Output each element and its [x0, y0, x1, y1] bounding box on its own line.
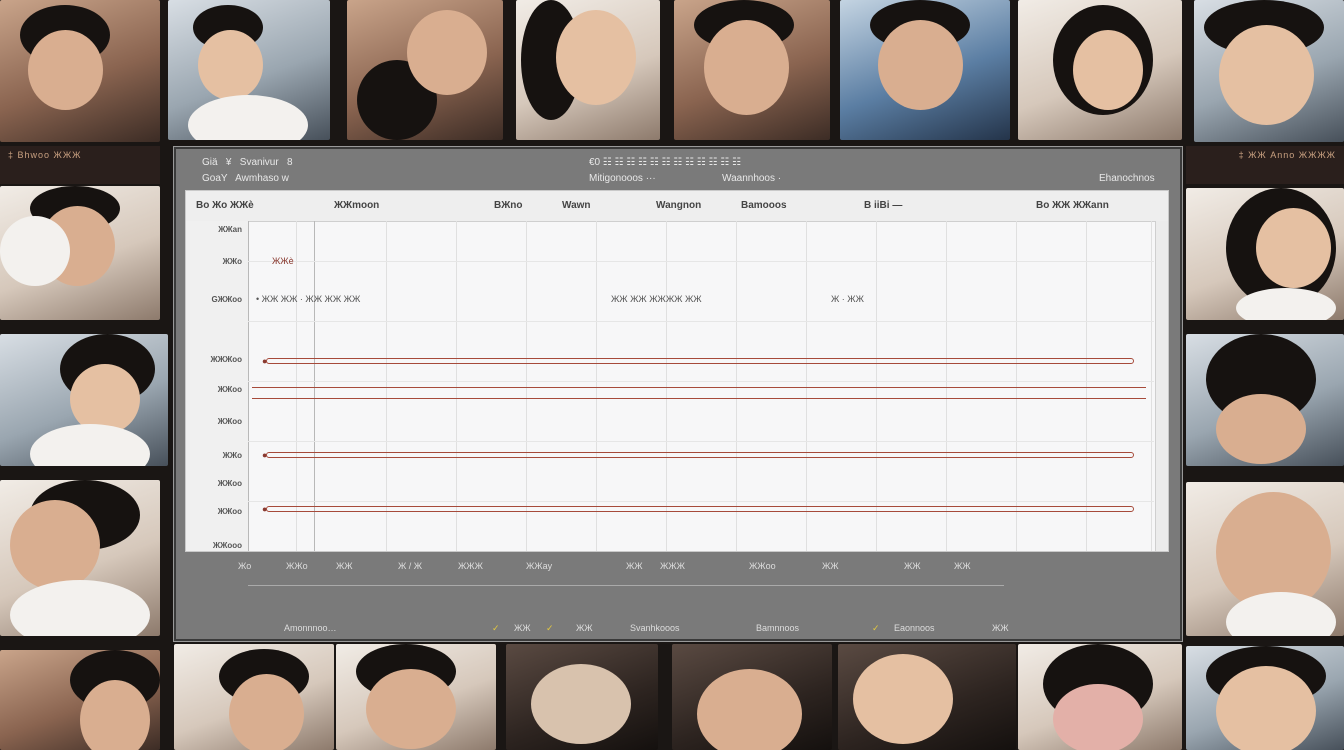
- column-header[interactable]: B iiBi —: [864, 200, 902, 211]
- row-header[interactable]: ЖЖoo: [218, 507, 242, 516]
- header-center-right[interactable]: Waannhoos ·: [722, 173, 781, 184]
- photo-tile: [1194, 0, 1344, 142]
- footer-item[interactable]: ЖЖ: [336, 561, 353, 571]
- grid-line: [248, 501, 1154, 502]
- photo-tile: [1186, 646, 1344, 750]
- photo-tile: [838, 644, 1016, 750]
- grid-line: [248, 381, 1154, 382]
- row-header[interactable]: ЖЖoo: [218, 385, 242, 394]
- row-header[interactable]: ЖЖo: [223, 257, 242, 266]
- photo-tile: [0, 480, 160, 636]
- grid-line: [248, 321, 1154, 322]
- status-item[interactable]: Eaonnoos: [894, 623, 935, 633]
- check-icon: ✓: [546, 623, 554, 633]
- app-window: Giä ¥ Svanivur 8 GoaY Awmhaso w €0 ☷ ☷ ☷…: [173, 146, 1183, 642]
- photo-tile: [336, 644, 496, 750]
- timeline-bar[interactable]: [266, 452, 1134, 458]
- cell-text[interactable]: • ЖЖ ЖЖ · ЖЖ ЖЖ ЖЖ: [256, 294, 360, 304]
- photo-tile: [0, 0, 160, 142]
- footer-item[interactable]: Жo: [238, 561, 251, 571]
- footer-item[interactable]: ЖЖ: [954, 561, 971, 571]
- column-header[interactable]: Wawn: [562, 200, 591, 211]
- caption-strip: ‡ ЖЖ Anno ЖЖЖЖ: [1186, 146, 1344, 184]
- row-header[interactable]: ЖЖo: [223, 451, 242, 460]
- row-header[interactable]: ЖЖooo: [213, 541, 242, 550]
- column-header[interactable]: ЖЖmoon: [334, 200, 379, 211]
- photo-tile: [1018, 0, 1182, 140]
- window-header: Giä ¥ Svanivur 8 GoaY Awmhaso w €0 ☷ ☷ ☷…: [174, 147, 1182, 189]
- column-header-row: Bo Жo ЖЖè ЖЖmoon BЖno Wawn Wangnon Bamoo…: [186, 191, 1168, 222]
- cell-text[interactable]: ЖЖ ЖЖ ЖЖЖЖ ЖЖ: [611, 294, 702, 304]
- caption-text: ‡ ЖЖ Anno ЖЖЖЖ: [1238, 150, 1336, 160]
- photo-tile: [0, 186, 160, 320]
- grid-line: [248, 261, 1154, 262]
- photo-tile: [174, 644, 334, 750]
- footer-divider: [248, 585, 1004, 586]
- header-center-top: €0 ☷ ☷ ☷ ☷ ☷ ☷ ☷ ☷ ☷ ☷ ☷ ☷: [589, 157, 742, 168]
- caption-strip: ‡ Bhwoo ЖЖЖ: [0, 146, 160, 184]
- footer-item[interactable]: ЖЖЖ: [660, 561, 685, 571]
- status-item[interactable]: Svanhkooos: [630, 623, 680, 633]
- row-header[interactable]: ЖЖЖoo: [211, 355, 242, 364]
- footer-item[interactable]: ЖЖo: [286, 561, 308, 571]
- caption-text: ‡ Bhwoo ЖЖЖ: [8, 150, 82, 160]
- status-text: Amonnnoo…: [284, 623, 337, 633]
- photo-tile: [674, 0, 830, 140]
- header-subtitle: GoaY Awmhaso w: [202, 173, 289, 184]
- photo-tile: [1186, 482, 1344, 636]
- header-title: Giä ¥ Svanivur 8: [202, 157, 293, 168]
- footer-item[interactable]: Ж / Ж: [398, 561, 422, 571]
- footer-item[interactable]: ЖЖ: [626, 561, 643, 571]
- column-header[interactable]: BЖno: [494, 200, 522, 211]
- row-header[interactable]: ЖЖoo: [218, 417, 242, 426]
- cell-text[interactable]: ЖЖè: [272, 256, 294, 266]
- timeline-line: [252, 398, 1146, 399]
- column-header[interactable]: Bamooos: [741, 200, 787, 211]
- header-right[interactable]: Ehanochnos: [1099, 173, 1155, 184]
- photo-tile: [840, 0, 1010, 140]
- column-header[interactable]: Bo ЖЖ ЖЖann: [1036, 200, 1109, 211]
- column-header[interactable]: Wangnon: [656, 200, 701, 211]
- column-header[interactable]: Bo Жo ЖЖè: [196, 200, 254, 211]
- timeline-bar[interactable]: [266, 358, 1134, 364]
- header-center-bottom[interactable]: Mitigonooos ···: [589, 173, 656, 184]
- photo-tile: [168, 0, 330, 140]
- photo-tile: [516, 0, 660, 140]
- footer-item[interactable]: ЖЖay: [526, 561, 552, 571]
- photo-tile: [506, 644, 658, 750]
- check-icon: ✓: [872, 623, 880, 633]
- cell-text[interactable]: Ж · ЖЖ: [831, 294, 864, 304]
- status-item[interactable]: ЖЖ: [514, 623, 531, 633]
- vertical-scrollbar[interactable]: [1155, 221, 1168, 551]
- grid-line: [248, 441, 1154, 442]
- row-header-column: ЖЖan ЖЖo GЖЖoo ЖЖЖoo ЖЖoo ЖЖoo ЖЖo ЖЖoo …: [186, 221, 249, 551]
- timeline-bar[interactable]: [266, 506, 1134, 512]
- row-header[interactable]: ЖЖoo: [218, 479, 242, 488]
- footer-item[interactable]: ЖЖoo: [749, 561, 776, 571]
- footer-item[interactable]: ЖЖ: [822, 561, 839, 571]
- photo-tile: [1186, 188, 1344, 320]
- status-item[interactable]: ЖЖ: [576, 623, 593, 633]
- photo-tile: [347, 0, 503, 140]
- photo-tile: [672, 644, 832, 750]
- photo-tile: [1186, 334, 1344, 466]
- photo-tile: [1018, 644, 1182, 750]
- photo-tile: [0, 334, 168, 466]
- timeline-line: [252, 387, 1146, 388]
- status-item[interactable]: ЖЖ: [992, 623, 1009, 633]
- spreadsheet-grid[interactable]: Bo Жo ЖЖè ЖЖmoon BЖno Wawn Wangnon Bamoo…: [185, 190, 1169, 552]
- row-header[interactable]: GЖЖoo: [212, 295, 242, 304]
- photo-tile: [0, 650, 160, 750]
- row-header[interactable]: ЖЖan: [218, 225, 242, 234]
- check-icon: ✓: [492, 623, 500, 633]
- footer-item[interactable]: ЖЖЖ: [458, 561, 483, 571]
- footer-item[interactable]: ЖЖ: [904, 561, 921, 571]
- status-item[interactable]: Bamnnoos: [756, 623, 799, 633]
